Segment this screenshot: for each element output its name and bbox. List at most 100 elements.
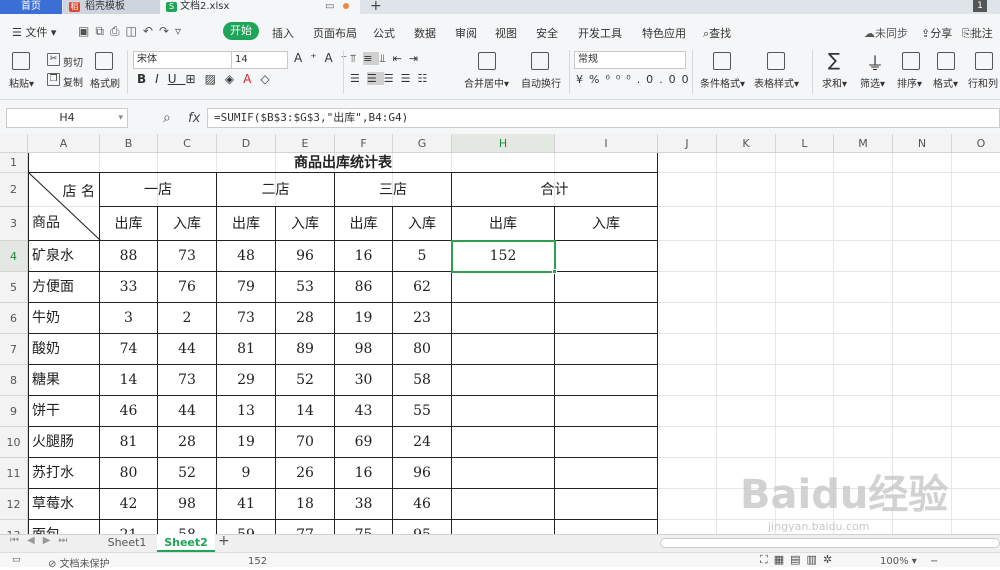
share-button[interactable]: ⇪分享 [921,25,952,41]
grid-cell[interactable] [834,207,893,241]
row-header-12[interactable]: 12 [0,489,28,520]
grid-cell[interactable] [952,153,1000,173]
total-out-cell[interactable] [452,396,555,427]
value-cell[interactable]: 58 [158,520,217,534]
value-cell[interactable]: 9 [217,458,276,489]
row-header-6[interactable]: 6 [0,303,28,334]
sub-header-out[interactable]: 出库 [335,207,393,241]
underline-icon[interactable]: U [168,72,186,86]
value-cell[interactable]: 44 [158,396,217,427]
row-header-3[interactable]: 3 [0,207,28,241]
menu-search[interactable]: ⌕查找 [703,25,731,41]
fill-handle[interactable] [552,269,557,274]
zoom-formula-icon[interactable]: ⌕ [163,110,171,126]
value-cell[interactable]: 89 [276,334,335,365]
conditional-format-icon[interactable] [713,52,731,70]
grid-cell[interactable] [717,303,776,334]
decrease-decimal-icon[interactable]: .00 [659,73,695,86]
reading-mode-icon[interactable]: ✲ [823,553,838,566]
grid-cell[interactable] [952,427,1000,458]
grid-cell[interactable] [776,396,834,427]
grid-cell[interactable] [658,427,717,458]
grid-cell[interactable] [893,272,952,303]
grid-cell[interactable] [893,303,952,334]
wrap-text-button[interactable]: 自动换行 [521,75,561,90]
value-cell[interactable]: 28 [158,427,217,458]
preview-icon[interactable]: ◫ [126,24,143,38]
clear-format-icon[interactable]: ◇ [260,72,278,86]
print-icon[interactable]: ⎙ [110,24,126,38]
font-color-icon[interactable]: A [243,72,260,86]
product-name[interactable]: 火腿肠 [28,427,100,458]
new-tab-plus-icon[interactable]: + [370,0,382,14]
grid-cell[interactable] [952,272,1000,303]
name-box[interactable]: H4 ▾ [6,108,128,128]
paste-button[interactable]: 粘贴▾ [9,75,34,90]
row-header-13[interactable]: 13 [0,520,28,534]
menu-special[interactable]: 特色应用 [642,25,686,41]
rows-columns-icon[interactable] [975,52,993,70]
row-header-1[interactable]: 1 [0,153,28,173]
tab-home[interactable]: 首页 [0,0,62,14]
bold-icon[interactable]: B [137,72,155,86]
value-cell[interactable]: 62 [393,272,452,303]
value-cell[interactable]: 16 [335,458,393,489]
grid-cell[interactable] [776,153,834,173]
percent-icon[interactable]: % [589,73,605,86]
fill-pattern-icon[interactable]: ▨ [205,72,225,86]
product-name[interactable]: 草莓水 [28,489,100,520]
wrap-text-icon[interactable] [531,52,549,70]
row-header-11[interactable]: 11 [0,458,28,489]
row-header-4[interactable]: 4 [0,241,28,272]
total-in-cell[interactable] [555,458,658,489]
menu-file[interactable]: ☰ 文件 ▾ [12,24,56,40]
sub-header-out[interactable]: 出库 [217,207,276,241]
filter-icon[interactable]: ⏚ [866,50,884,76]
grid-cell[interactable] [834,241,893,272]
grid-cell[interactable] [717,396,776,427]
menu-formula[interactable]: 公式 [373,25,395,41]
grid-cell[interactable] [893,153,952,173]
page-layout-icon[interactable]: ▤ [790,553,806,566]
total-in-cell[interactable] [555,520,658,534]
column-header-n[interactable]: N [893,134,952,153]
align-top-icon[interactable]: ⫪ [350,52,363,65]
grid-cell[interactable] [658,458,717,489]
value-cell[interactable]: 79 [217,272,276,303]
total-out-cell[interactable] [452,458,555,489]
grid-cell[interactable] [717,153,776,173]
value-cell[interactable]: 70 [276,427,335,458]
sort-button[interactable]: 排序▾ [897,75,922,90]
menu-developer[interactable]: 开发工具 [578,25,622,41]
value-cell[interactable]: 29 [217,365,276,396]
value-cell[interactable]: 58 [393,365,452,396]
grid-cell[interactable] [834,272,893,303]
tab-document[interactable]: S 文档2.xlsx ▭ [160,0,360,14]
format-button[interactable]: 格式▾ [933,75,958,90]
column-header-o[interactable]: O [952,134,1000,153]
value-cell[interactable]: 98 [335,334,393,365]
grid-cell[interactable] [893,241,952,272]
row-header-8[interactable]: 8 [0,365,28,396]
value-cell[interactable]: 44 [158,334,217,365]
tab-template[interactable]: 稻 稻壳模板 [63,0,160,14]
grid-cell[interactable] [658,365,717,396]
font-name-select[interactable]: 宋体 [133,51,233,69]
font-size-select[interactable]: 14 [231,51,288,69]
product-name[interactable]: 矿泉水 [28,241,100,272]
sheet-tab-sheet2[interactable]: Sheet2 [157,534,215,552]
align-right-icon[interactable]: ☰ [384,72,401,85]
sync-status[interactable]: ☁未同步 [864,25,908,41]
indent-decrease-icon[interactable]: ⇤ [393,52,409,65]
column-header-f[interactable]: F [335,134,393,153]
cut-icon[interactable]: ✂ [47,53,60,66]
column-header-l[interactable]: L [776,134,834,153]
insert-function-icon[interactable]: fx [188,111,200,126]
value-cell[interactable]: 13 [217,396,276,427]
table-style-icon[interactable] [767,52,785,70]
grid-cell[interactable] [658,173,717,207]
product-name[interactable]: 糖果 [28,365,100,396]
active-cell-selection[interactable] [451,240,556,273]
horizontal-scrollbar[interactable] [660,538,1000,548]
value-cell[interactable]: 2 [158,303,217,334]
